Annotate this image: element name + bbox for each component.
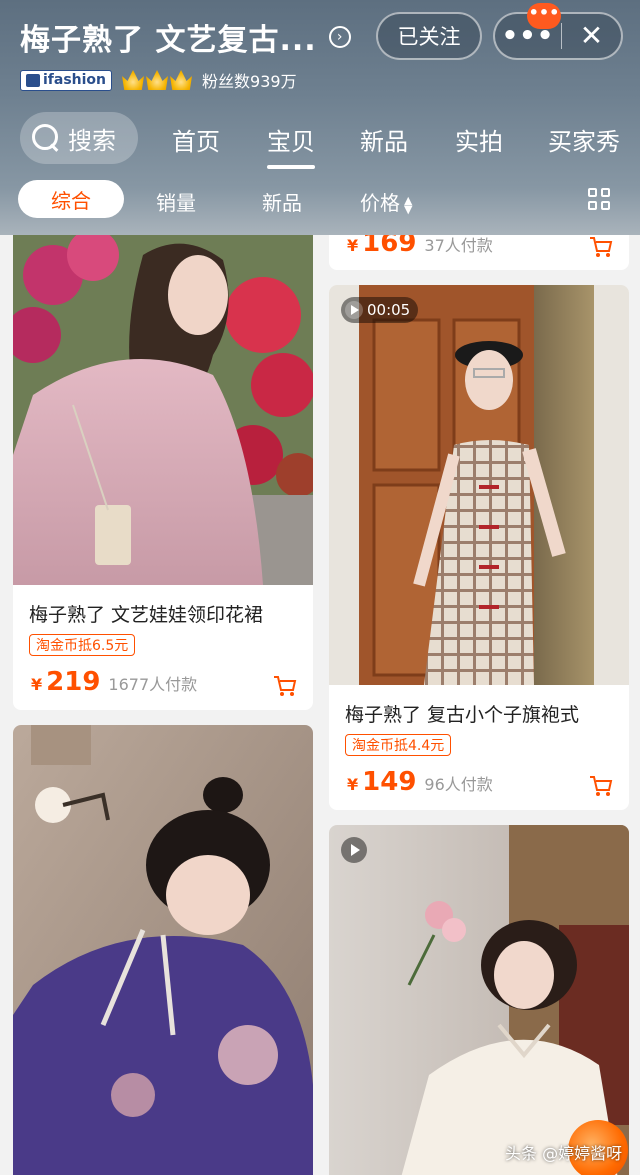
product-image[interactable] bbox=[13, 725, 313, 1175]
currency-symbol: ¥ bbox=[31, 675, 43, 694]
cart-icon[interactable] bbox=[589, 775, 613, 797]
filter-comprehensive[interactable]: 综合 bbox=[18, 180, 124, 218]
tab-home[interactable]: 首页 bbox=[172, 122, 220, 157]
crown-icon bbox=[122, 70, 145, 90]
paid-count: 96人付款 bbox=[424, 775, 493, 794]
coupon-badge: 淘金币抵6.5元 bbox=[29, 634, 136, 656]
fans-count: 粉丝数939万 bbox=[202, 72, 297, 91]
store-title-row[interactable]: 梅子熟了 文艺复古... › bbox=[20, 12, 351, 62]
price: 149 bbox=[362, 767, 417, 797]
crown-icon bbox=[146, 70, 169, 90]
tab-buyer-show[interactable]: 买家秀 bbox=[548, 122, 620, 157]
price-row: ¥ 219 1677人付款 bbox=[31, 667, 197, 697]
price: 219 bbox=[46, 667, 101, 697]
ifashion-badge: ifashion bbox=[20, 69, 113, 91]
tab-new[interactable]: 新品 bbox=[360, 122, 408, 157]
search-button[interactable]: 搜索 bbox=[20, 112, 138, 164]
product-image[interactable] bbox=[13, 225, 313, 585]
video-duration: 00:05 bbox=[367, 301, 411, 319]
video-badge: 00:05 bbox=[341, 297, 419, 323]
filter-price[interactable]: 价格 ▲ ▼ bbox=[360, 187, 412, 216]
cart-icon[interactable] bbox=[589, 236, 613, 258]
search-icon bbox=[32, 124, 60, 152]
crown-level bbox=[122, 70, 194, 90]
coupon-badge: 淘金币抵4.4元 bbox=[345, 734, 452, 756]
currency-symbol: ¥ bbox=[347, 775, 359, 794]
product-card[interactable]: 00:05 梅子熟了 复古小个子旗袍式 淘金币抵4.4元 ¥ 149 96人付款 bbox=[329, 285, 629, 810]
filter-sales[interactable]: 销量 bbox=[156, 187, 196, 216]
product-card[interactable]: 梅子熟了 文艺娃娃领印花裙 淘金币抵6.5元 ¥ 219 1677人付款 bbox=[13, 225, 313, 710]
ifashion-badge-text: ifashion bbox=[43, 72, 107, 88]
filter-new[interactable]: 新品 bbox=[262, 187, 302, 216]
play-icon bbox=[341, 837, 367, 863]
cart-icon[interactable] bbox=[273, 675, 297, 697]
watermark: 头条 @婷婷酱呀 bbox=[505, 1144, 623, 1163]
chevron-right-icon[interactable]: › bbox=[328, 26, 351, 48]
store-header: 梅子熟了 文艺复古... › 已关注 ••• ✕ ••• ifashion 粉丝… bbox=[0, 0, 640, 235]
ifashion-logo-icon bbox=[26, 73, 40, 87]
store-nav: 搜索 首页 宝贝 新品 实拍 买家秀 bbox=[20, 110, 640, 170]
follow-button[interactable]: 已关注 bbox=[376, 12, 482, 60]
product-card[interactable] bbox=[13, 725, 313, 1175]
product-title[interactable]: 梅子熟了 文艺娃娃领印花裙 bbox=[29, 600, 263, 627]
tab-real-shots[interactable]: 实拍 bbox=[455, 122, 503, 157]
sort-up-down-icon: ▲ ▼ bbox=[404, 193, 413, 216]
price-row: ¥ 149 96人付款 bbox=[347, 767, 493, 797]
paid-count: 37人付款 bbox=[424, 236, 493, 255]
tab-items[interactable]: 宝贝 bbox=[267, 122, 315, 169]
crown-icon bbox=[170, 70, 193, 90]
search-label: 搜索 bbox=[68, 126, 116, 155]
grid-view-icon[interactable] bbox=[588, 188, 610, 210]
product-title[interactable]: 梅子熟了 复古小个子旗袍式 bbox=[345, 700, 579, 727]
filter-price-label: 价格 bbox=[360, 191, 400, 215]
currency-symbol: ¥ bbox=[347, 236, 359, 255]
store-title[interactable]: 梅子熟了 文艺复古... bbox=[20, 15, 317, 59]
product-image[interactable] bbox=[329, 285, 629, 685]
filter-bar: 综合 销量 新品 价格 ▲ ▼ bbox=[0, 180, 640, 220]
notification-badge: ••• bbox=[527, 3, 561, 29]
paid-count: 1677人付款 bbox=[108, 675, 198, 694]
store-meta-row: ifashion 粉丝数939万 bbox=[20, 68, 297, 92]
play-icon bbox=[345, 301, 363, 319]
close-icon[interactable]: ✕ bbox=[562, 13, 621, 59]
